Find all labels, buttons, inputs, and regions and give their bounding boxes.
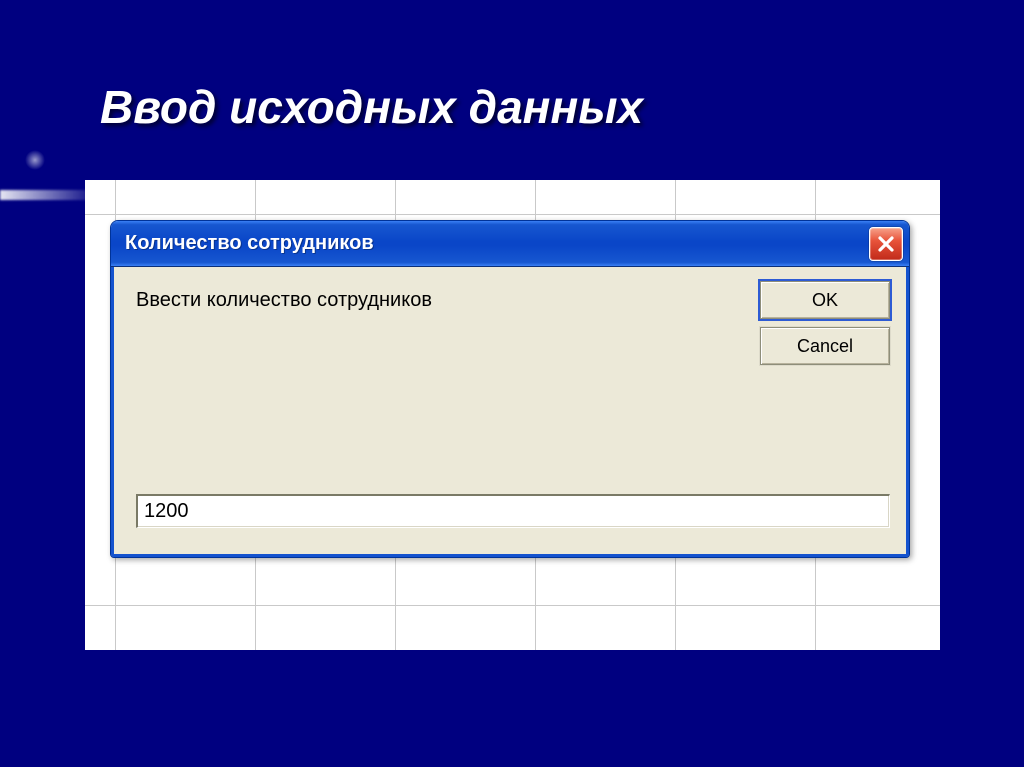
dialog-prompt: Ввести количество сотрудников <box>136 289 432 312</box>
dialog-button-stack: OK Cancel <box>760 281 890 365</box>
employee-count-input[interactable] <box>136 494 890 528</box>
dialog-title: Количество сотрудников <box>125 232 374 255</box>
close-icon <box>877 235 895 253</box>
input-dialog: Количество сотрудников Ввести количество… <box>110 220 910 558</box>
ok-button[interactable]: OK <box>760 281 890 319</box>
decorative-flare-dot <box>25 150 45 170</box>
cancel-button[interactable]: Cancel <box>760 327 890 365</box>
dialog-titlebar[interactable]: Количество сотрудников <box>111 221 909 267</box>
slide-title: Ввод исходных данных <box>100 80 643 134</box>
dialog-client-area: Ввести количество сотрудников OK Cancel <box>111 267 909 557</box>
close-button[interactable] <box>869 227 903 261</box>
